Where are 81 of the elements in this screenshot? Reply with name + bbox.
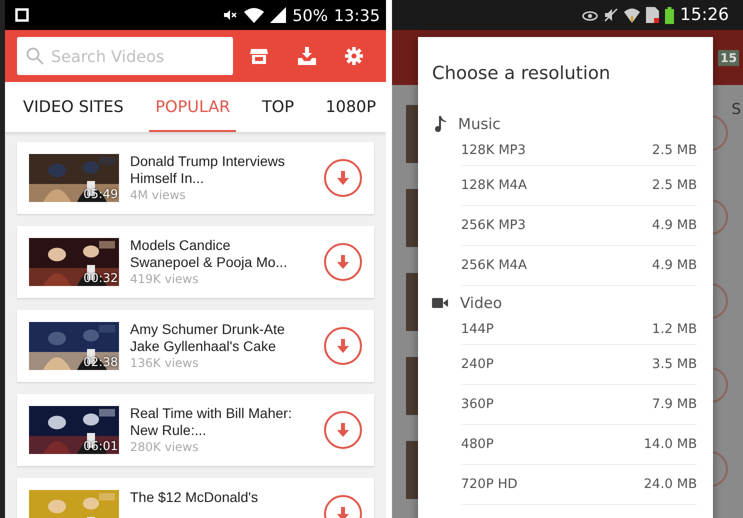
duration-label: 05:49 [83,187,118,201]
video-card[interactable]: 00:32 Models Candice Swanepoel & Pooja Mo... 419K views [17,226,374,298]
tab[interactable]: TOP [256,82,300,132]
search-field[interactable]: Search Videos [17,37,233,75]
format-label: 240P [461,357,494,372]
resolution-option[interactable]: 256K M4A 4.9 MB [461,246,697,286]
resolution-option[interactable]: 144P 1.2 MB [461,314,697,345]
resolution-option[interactable]: 128K M4A 2.5 MB [461,166,697,206]
duration-label: 06:01 [83,439,118,453]
format-label: 128K MP3 [461,142,526,158]
tab[interactable]: VIDEO SITES [17,82,130,132]
settings-icon [345,47,364,65]
clock: 15:26 [680,5,729,25]
wifi-icon [244,8,264,22]
format-label: 480P [461,437,494,452]
file-size: 4.9 MB [652,218,697,233]
battery-level: 50% [292,6,328,24]
clock: 13:35 [334,6,380,24]
file-size: 24.0 MB [644,477,697,492]
format-label: 144P [461,322,494,336]
format-label: 256K MP3 [461,218,526,233]
view-count: 136K views [130,356,200,370]
battery-icon [665,6,674,24]
file-size: 3.5 MB [652,357,697,372]
store-icon [250,48,268,64]
download-arrow-icon [337,339,349,353]
download-button[interactable] [324,243,362,281]
video-title: Models Candice Swanepoel & Pooja Mo... [130,237,288,271]
video-camera-icon [432,298,448,308]
file-size: 1.2 MB [652,322,697,336]
download-button[interactable] [324,327,362,365]
tab-label: S [731,100,741,118]
eye-icon [582,9,598,21]
square-icon [15,8,29,22]
format-label: 256K M4A [461,258,527,273]
signal-icon [270,7,286,23]
view-count: 4M views [130,188,187,202]
resolution-option[interactable]: 128K MP3 2.5 MB [461,135,697,166]
format-label: 128K M4A [461,178,527,193]
duration-label: 00:32 [83,271,118,285]
mute-icon [604,8,618,22]
format-label: 360P [461,397,494,412]
download-arrow-icon [337,423,349,437]
video-card[interactable]: 02:38 Amy Schumer Drunk-Ate Jake Gyllenhaal's Cake 136K views [17,310,374,382]
tab[interactable]: POPULAR [149,82,236,132]
duration-label: 02:38 [83,355,118,369]
view-count: 419K views [130,272,200,286]
download-button[interactable] [324,159,362,197]
resolution-option[interactable]: 720P HD 24.0 MB [461,465,697,505]
video-title: Real Time with Bill Maher: New Rule:... [130,405,293,439]
video-card[interactable]: 06:01 Real Time with Bill Maher: New Rule:... 280K views [17,394,374,466]
view-count: 280K views [130,440,200,454]
section-heading: Video [460,294,502,312]
video-title: The $12 McDonald's [130,489,259,506]
wifi-icon [624,7,640,23]
file-size: 14.0 MB [644,437,697,452]
resolution-option[interactable]: 240P 3.5 MB [461,345,697,385]
video-card[interactable]: 05:49 Donald Trump Interviews Himself In... 4M views [17,142,374,214]
download-arrow-icon [337,255,349,269]
mute-icon [224,10,238,20]
file-size: 2.5 MB [652,178,697,193]
resolution-option[interactable]: 360P 7.9 MB [461,385,697,425]
dialog-title: Choose a resolution [432,63,612,84]
format-label: 720P HD [461,477,518,492]
download-button[interactable] [324,411,362,449]
count-badge: 15 [718,50,739,66]
resolution-option[interactable]: 256K MP3 4.9 MB [461,206,697,246]
video-card[interactable]: The $12 McDonald's [17,478,374,518]
file-size: 4.9 MB [652,258,697,273]
video-title: Amy Schumer Drunk-Ate Jake Gyllenhaal's Cake [130,321,286,355]
section-heading: Music [458,115,501,133]
resolution-option[interactable]: 480P 14.0 MB [461,425,697,465]
sim-card-icon [646,7,659,23]
music-note-icon [432,116,446,132]
file-size: 2.5 MB [652,142,697,158]
video-title: Donald Trump Interviews Himself In... [130,153,286,187]
download-arrow-icon [337,171,349,185]
download-icon [298,47,316,65]
download-arrow-icon [337,507,349,518]
file-size: 7.9 MB [652,397,697,412]
tab[interactable]: 1080P [320,82,382,132]
